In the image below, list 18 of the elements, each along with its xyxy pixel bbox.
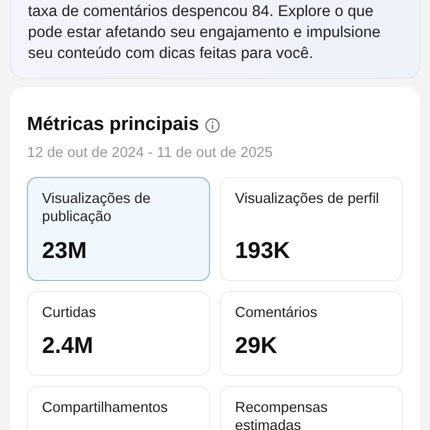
banner-text: taxa de comentários despencou 84. Explore o que pode estar afetando seu engajamento e impulsione seu conteúdo com dicas feitas para você. [28, 2, 382, 64]
metric-tile[interactable]: Visualizações de perfil 193K [220, 177, 403, 282]
metric-label: Comentários [235, 304, 318, 322]
metric-value: 193K [235, 236, 291, 264]
metric-value: 23M [42, 236, 88, 264]
metric-value: 29K [235, 331, 278, 360]
metric-value: 2.4M [42, 331, 94, 360]
metric-label: Visualizações de publicação [42, 190, 152, 226]
metric-tile[interactable]: Curtidas 2.4M [27, 291, 210, 376]
metric-tile[interactable]: Visualizações de publicação 23M [27, 177, 210, 282]
metric-label: Curtidas [42, 304, 97, 322]
date-range: 12 de out de 2024 - 11 de out de 2025 [27, 144, 274, 162]
section-title: Métricas principais [27, 113, 200, 137]
metric-label: Visualizações de perfil [235, 190, 380, 208]
metric-label: Compartilhamentos [42, 399, 169, 418]
metric-tile[interactable]: Comentários 29K [220, 291, 403, 376]
info-icon[interactable] [205, 118, 220, 133]
metric-tile[interactable]: Compartilhamentos [27, 386, 210, 430]
